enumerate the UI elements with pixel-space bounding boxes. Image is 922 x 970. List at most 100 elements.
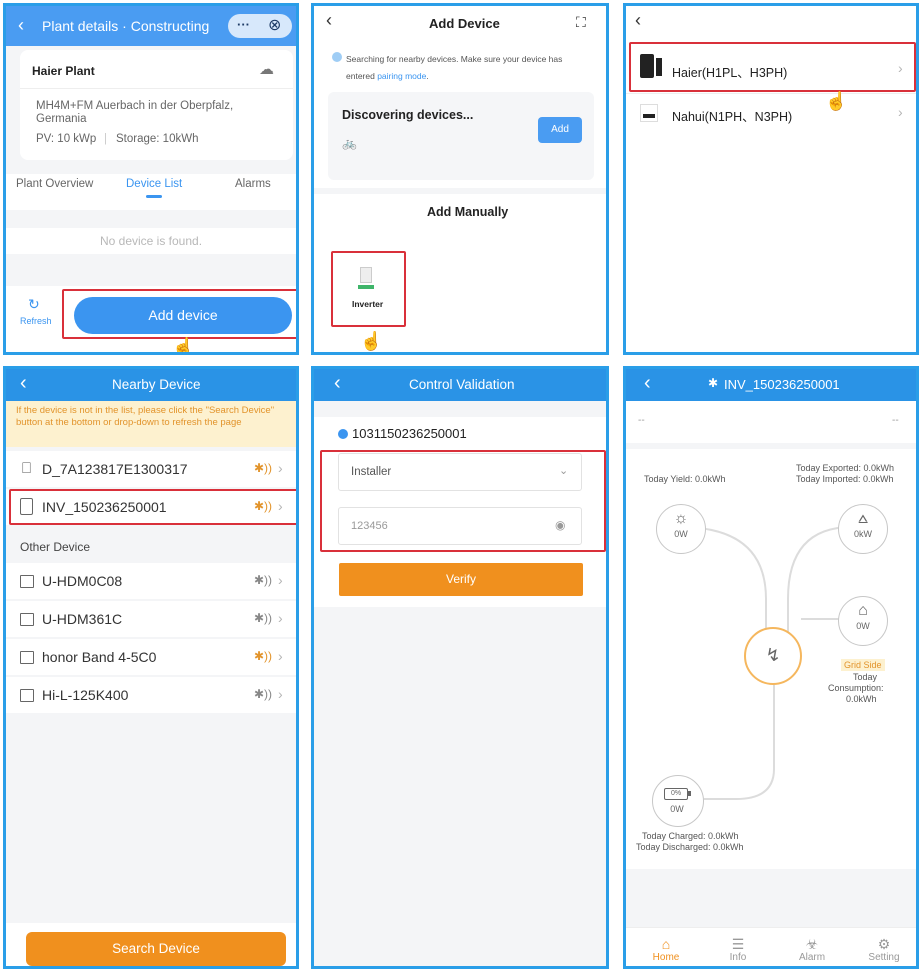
brand-label: Nahui(N1PH、N3PH) [672, 110, 793, 124]
nahui-inverter-icon [640, 104, 658, 122]
device-row-d7a[interactable]: ⎕ D_7A123817E1300317 ✱)) › [6, 451, 296, 487]
search-hint-end: . [426, 71, 429, 81]
discover-card: Discovering devices... 🚲 Add [328, 92, 594, 180]
back-icon[interactable]: ‹ [18, 15, 24, 36]
validation-header: ‹ Control Validation [314, 369, 606, 401]
bluetooth-signal-icon: ✱)) [254, 687, 273, 701]
active-tab-indicator [146, 195, 162, 198]
grid-power: 0kW [854, 529, 872, 539]
plant-address: MH4M+FM Auerbach in der Oberpfalz, Germa… [36, 100, 234, 125]
tab-alarms[interactable]: Alarms [235, 178, 271, 190]
bluetooth-signal-icon: ✱)) [254, 573, 273, 587]
tab-device-list[interactable]: Device List [126, 178, 182, 190]
refresh-label[interactable]: Refresh [20, 316, 52, 326]
battery-power: 0W [670, 804, 684, 814]
grid-node[interactable]: ⩟ 0kW [838, 504, 888, 554]
nav-alarm[interactable]: ☣ Alarm [782, 936, 842, 963]
home-load-icon: ⌂ [858, 602, 868, 619]
chevron-right-icon: › [278, 610, 283, 626]
brand-item-nahui[interactable]: Nahui(N1PH、N3PH) › [626, 94, 916, 134]
other-device-header: Other Device [20, 540, 91, 554]
energy-flow-card: Today Yield: 0.0kWh Today Exported: 0.0k… [626, 449, 916, 869]
page-title: INV_150236250001 [724, 377, 840, 392]
nav-info-label: Info [729, 952, 747, 963]
search-device-button[interactable]: Search Device [26, 932, 286, 966]
pv-node[interactable]: ☼ 0W [656, 504, 706, 554]
empty-state: No device is found. [6, 228, 296, 254]
battery-icon-tip [688, 791, 691, 796]
verify-button[interactable]: Verify [339, 563, 583, 596]
pairing-mode-link[interactable]: pairing mode [377, 71, 426, 81]
nav-home[interactable]: ⌂ Home [636, 936, 696, 963]
tab-plant-overview[interactable]: Plant Overview [16, 178, 93, 190]
grid-side-badge: Grid Side [841, 659, 885, 671]
inverter-home-panel: ‹ ✱ INV_150236250001 -- -- Today Yield: … [623, 366, 919, 969]
device-row[interactable]: U-HDM361C ✱)) › [6, 601, 296, 637]
right-dash: -- [892, 415, 899, 426]
inverter-header: ‹ ✱ INV_150236250001 [626, 369, 916, 401]
cycling-icon: 🚲 [342, 136, 357, 150]
battery-node[interactable]: 0% 0W [652, 775, 704, 827]
nav-alarm-label: Alarm [798, 952, 826, 963]
battery-flow-line [704, 677, 775, 800]
device-row[interactable]: Hi-L-125K400 ✱)) › [6, 677, 296, 713]
serial-number: 1031150236250001 [352, 426, 467, 441]
pointer-hand-icon: ☝ [172, 337, 195, 355]
battery-icon: 0% [664, 788, 688, 800]
back-icon[interactable]: ‹ [334, 372, 341, 395]
bluetooth-signal-icon: ✱)) [254, 611, 273, 625]
back-icon[interactable]: ‹ [326, 10, 332, 31]
bluetooth-icon: ✱ [708, 376, 719, 390]
plant-details-header: ‹ Plant details · Constructing ··· ⊗ [6, 6, 296, 46]
server-icon [20, 651, 34, 664]
today-charged: Today Charged: 0.0kWh [642, 831, 739, 841]
scan-icon[interactable]: ⛶ [576, 14, 586, 31]
back-icon[interactable]: ‹ [20, 372, 27, 395]
back-icon[interactable]: ‹ [635, 10, 641, 31]
lock-device-icon: ⎕ [22, 460, 32, 477]
highlight-box [320, 450, 606, 552]
consumption-label: Consumption: [828, 683, 884, 693]
nav-setting[interactable]: ⚙ Setting [854, 936, 914, 963]
control-validation-panel: ‹ Control Validation 1031150236250001 In… [311, 366, 609, 969]
searching-spinner-icon [332, 52, 342, 62]
search-notice: If the device is not in the list, please… [6, 401, 296, 447]
chevron-right-icon: › [278, 686, 283, 702]
divider [20, 88, 293, 89]
chevron-right-icon: › [278, 648, 283, 664]
more-icon[interactable]: ··· [237, 17, 250, 32]
nav-home-label: Home [652, 952, 680, 963]
refresh-icon[interactable]: ↻ [28, 296, 40, 313]
add-button[interactable]: Add [538, 117, 582, 143]
pv-capacity: PV: 10 kWp [36, 133, 97, 145]
device-name: honor Band 4-5C0 [42, 649, 157, 665]
close-icon[interactable]: ⊗ [268, 15, 281, 35]
highlight-box [9, 489, 296, 525]
consumption-value: 0.0kWh [846, 694, 877, 704]
add-manually-title: Add Manually [427, 205, 509, 219]
plant-details-panel: ‹ Plant details · Constructing ··· ⊗ Hai… [3, 3, 299, 355]
plant-card: Haier Plant ☁ MH4M+FM Auerbach in der Ob… [20, 50, 293, 160]
page-title: Nearby Device [112, 377, 201, 392]
back-icon[interactable]: ‹ [644, 372, 651, 395]
brand-select-panel: ‹ Haier(H1PL、H3PH) › ☝ Nahui(N1PH、N3PH) … [623, 3, 919, 355]
device-name: U-HDM361C [42, 611, 123, 627]
inverter-node[interactable]: ↯ [744, 627, 802, 685]
device-row[interactable]: honor Band 4-5C0 ✱)) › [6, 639, 296, 675]
nav-setting-label: Setting [868, 952, 900, 963]
tab-bar: Plant Overview Device List Alarms [6, 174, 296, 210]
page-title: Add Device [429, 16, 500, 31]
device-row[interactable]: U-HDM0C08 ✱)) › [6, 563, 296, 599]
load-node[interactable]: ⌂ 0W [838, 596, 888, 646]
today-exported: Today Exported: 0.0kWh [796, 463, 895, 473]
device-name: U-HDM0C08 [42, 573, 123, 589]
separator: | [104, 133, 107, 145]
nav-info[interactable]: ☰ Info [708, 936, 768, 963]
home-icon: ⌂ [661, 936, 671, 952]
highlight-box [629, 42, 916, 92]
solar-panel-icon: ☼ [673, 510, 689, 527]
server-icon [20, 689, 34, 702]
bottom-nav: ⌂ Home ☰ Info ☣ Alarm ⚙ Setting [626, 927, 916, 966]
gear-icon: ⚙ [877, 936, 891, 952]
bluetooth-signal-icon: ✱)) [254, 649, 273, 663]
